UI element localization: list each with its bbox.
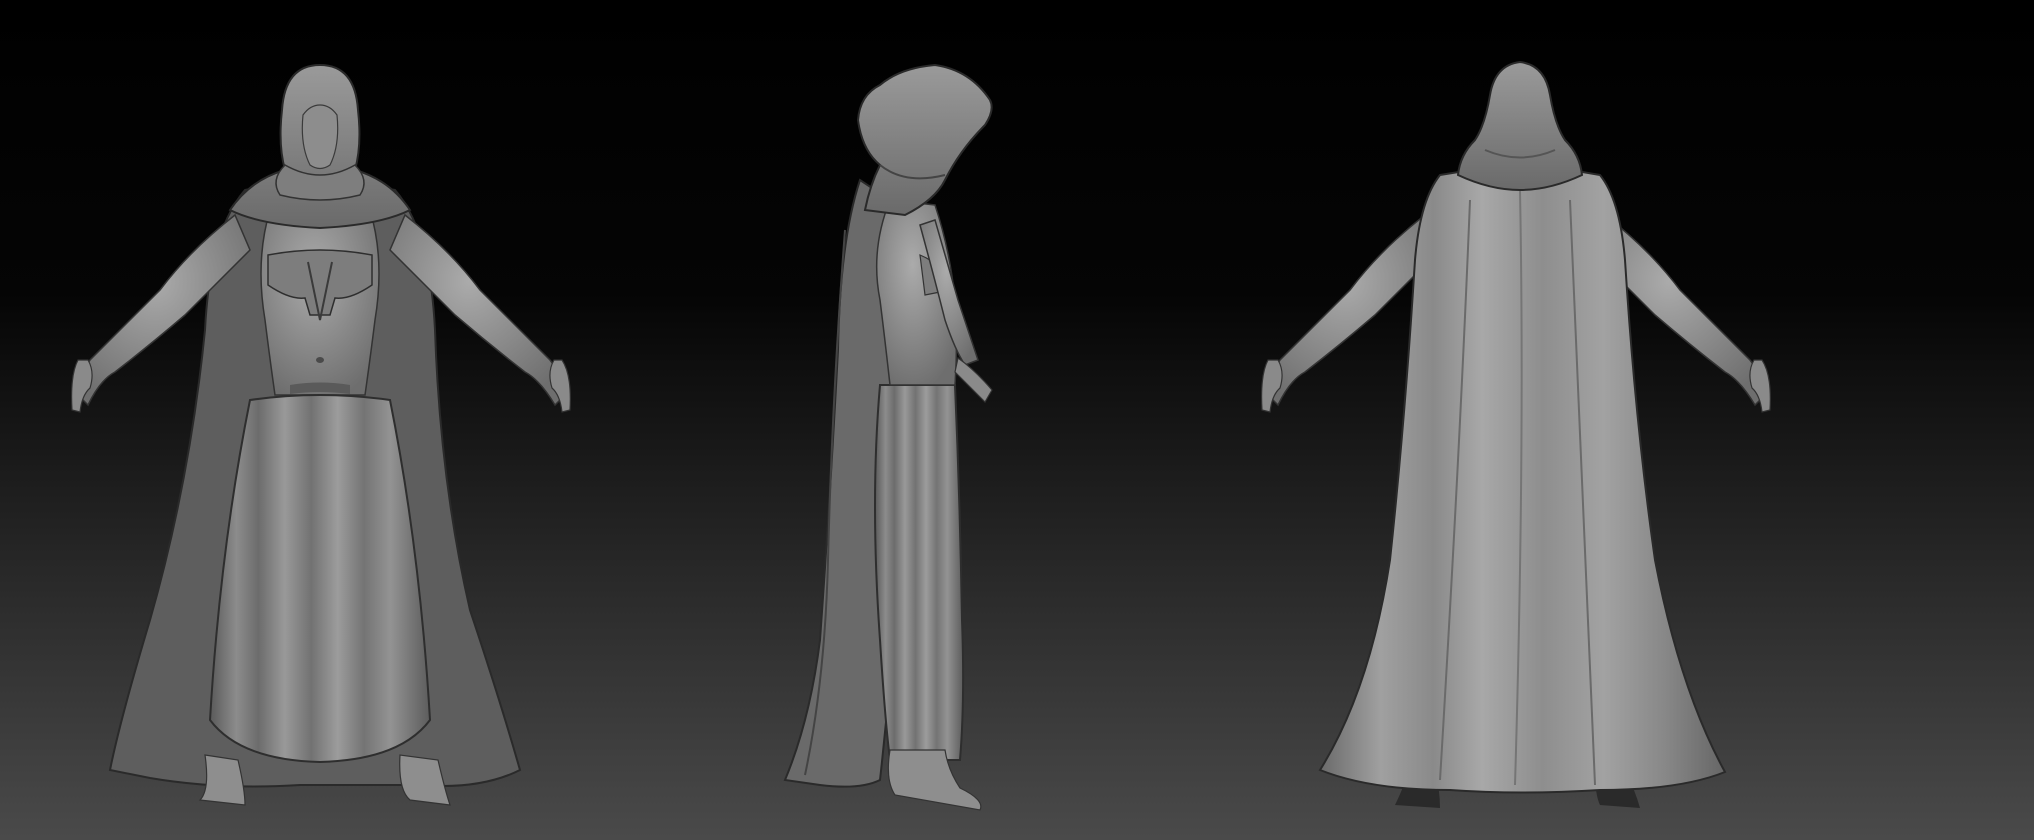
viewport-canvas <box>0 0 2034 840</box>
render-image <box>0 0 2034 840</box>
